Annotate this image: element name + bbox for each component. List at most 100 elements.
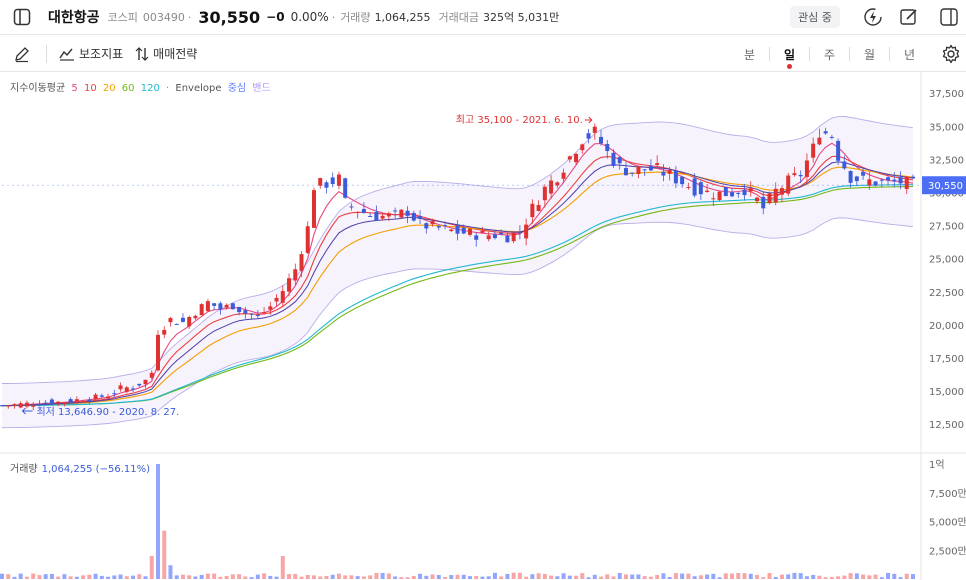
candle-body <box>374 212 379 221</box>
candle-body <box>574 153 579 163</box>
volume-bar <box>524 576 529 579</box>
candle-body <box>655 163 660 165</box>
volume-bar <box>249 577 254 579</box>
volume-bar <box>642 576 647 579</box>
candle-body <box>224 304 229 308</box>
tab-week[interactable]: 주 <box>810 46 849 63</box>
indicator-legend: 지수이동평균 5 10 20 60 120 · Envelope 중심 밴드 <box>10 79 274 94</box>
trade-amount-label: 거래대금 <box>438 11 480 24</box>
candle-body <box>311 190 316 228</box>
indicators-button[interactable]: 보조지표 <box>59 45 123 62</box>
volume-bar <box>386 573 391 579</box>
candle-body <box>854 176 859 182</box>
candle-body <box>911 176 915 179</box>
volume-bar <box>62 574 67 579</box>
watchlist-button[interactable]: 관심 중 <box>790 6 840 28</box>
candle-body <box>748 188 753 192</box>
price-tick-label: 15,000 <box>929 387 964 398</box>
candle-body <box>661 171 666 176</box>
volume-bar <box>904 573 909 579</box>
current-price-tag-label: 30,550 <box>928 181 963 192</box>
volume-bar <box>124 576 129 579</box>
candle-body <box>305 226 310 253</box>
indicator-chart-icon <box>59 48 74 61</box>
candle-body <box>137 383 142 386</box>
volume-bar <box>686 573 691 579</box>
volume-bar <box>673 573 678 579</box>
tab-day[interactable]: 일 <box>770 46 809 69</box>
stock-code: 003490 <box>142 10 185 24</box>
candle-body <box>892 179 897 182</box>
legend-separator: · <box>166 83 170 94</box>
volume-bar <box>480 576 485 579</box>
volume-bar <box>299 576 304 579</box>
volume-bar <box>443 577 448 579</box>
candle-body <box>318 178 323 186</box>
candle-body <box>299 254 304 271</box>
separator: · <box>331 10 336 24</box>
volume-bar <box>37 575 42 579</box>
envelope-center-legend: 중심 <box>227 83 247 94</box>
candle-body <box>692 178 697 196</box>
volume-bar <box>174 575 179 579</box>
volume-legend: 거래량 1,064,255 (−56.11%) <box>10 460 150 475</box>
volume-bar <box>268 575 273 579</box>
volume-bar <box>430 574 435 579</box>
candle-body <box>480 230 485 233</box>
price-tick-label: 32,500 <box>929 155 964 166</box>
volume-bar <box>93 573 98 579</box>
volume-tick-label: 7,500만 <box>929 488 966 500</box>
lightning-icon[interactable] <box>860 4 886 30</box>
candle-body <box>517 232 522 234</box>
candle-body <box>755 197 760 202</box>
candle-body <box>592 126 597 133</box>
sidebar-toggle-icon[interactable] <box>8 3 36 31</box>
volume-bar <box>748 573 753 579</box>
volume-bar <box>886 572 891 579</box>
candle-body <box>6 405 11 407</box>
volume-bar <box>149 556 154 579</box>
candle-body <box>467 228 472 235</box>
candle-body <box>99 395 104 397</box>
volume-bar <box>630 574 635 579</box>
volume-bar <box>623 574 628 579</box>
candle-body <box>249 313 254 315</box>
volume-bar <box>517 572 522 579</box>
volume-bar <box>842 575 847 579</box>
volume-bar <box>418 573 423 579</box>
volume-bar <box>355 576 360 579</box>
volume-bar <box>648 576 653 579</box>
pencil-icon[interactable] <box>12 44 32 64</box>
market-name: 코스피 <box>107 11 138 24</box>
candle-body <box>486 235 491 240</box>
tab-year[interactable]: 년 <box>890 46 929 63</box>
candle-body <box>49 399 54 405</box>
volume-bar <box>692 576 697 579</box>
volume-bar <box>12 576 17 579</box>
volume-bar <box>911 574 915 579</box>
price-chart[interactable]: 37,50035,00032,50030,00027,50025,00022,5… <box>0 72 966 580</box>
volume-bar <box>380 572 385 579</box>
candle-body <box>43 402 48 404</box>
tab-month[interactable]: 월 <box>850 46 889 63</box>
settings-gear-icon[interactable] <box>938 41 964 67</box>
panel-layout-icon[interactable] <box>936 4 962 30</box>
candle-body <box>343 178 348 198</box>
edit-note-icon[interactable] <box>896 4 922 30</box>
candle-body <box>168 318 173 323</box>
candle-body <box>586 133 591 139</box>
candle-body <box>355 211 360 213</box>
volume-label: 거래량 <box>340 11 371 24</box>
volume-bar <box>705 574 710 579</box>
volume-bar <box>74 576 79 579</box>
volume-bar <box>605 574 610 579</box>
tab-minute[interactable]: 분 <box>730 46 769 63</box>
candle-body <box>623 168 628 176</box>
candle-body <box>31 405 36 407</box>
volume-bar <box>218 576 223 579</box>
strategy-button[interactable]: 매매전략 <box>135 45 197 62</box>
volume-bar <box>773 576 778 579</box>
candle-body <box>118 385 123 390</box>
candle-body <box>898 177 903 184</box>
volume-bar <box>243 576 248 579</box>
